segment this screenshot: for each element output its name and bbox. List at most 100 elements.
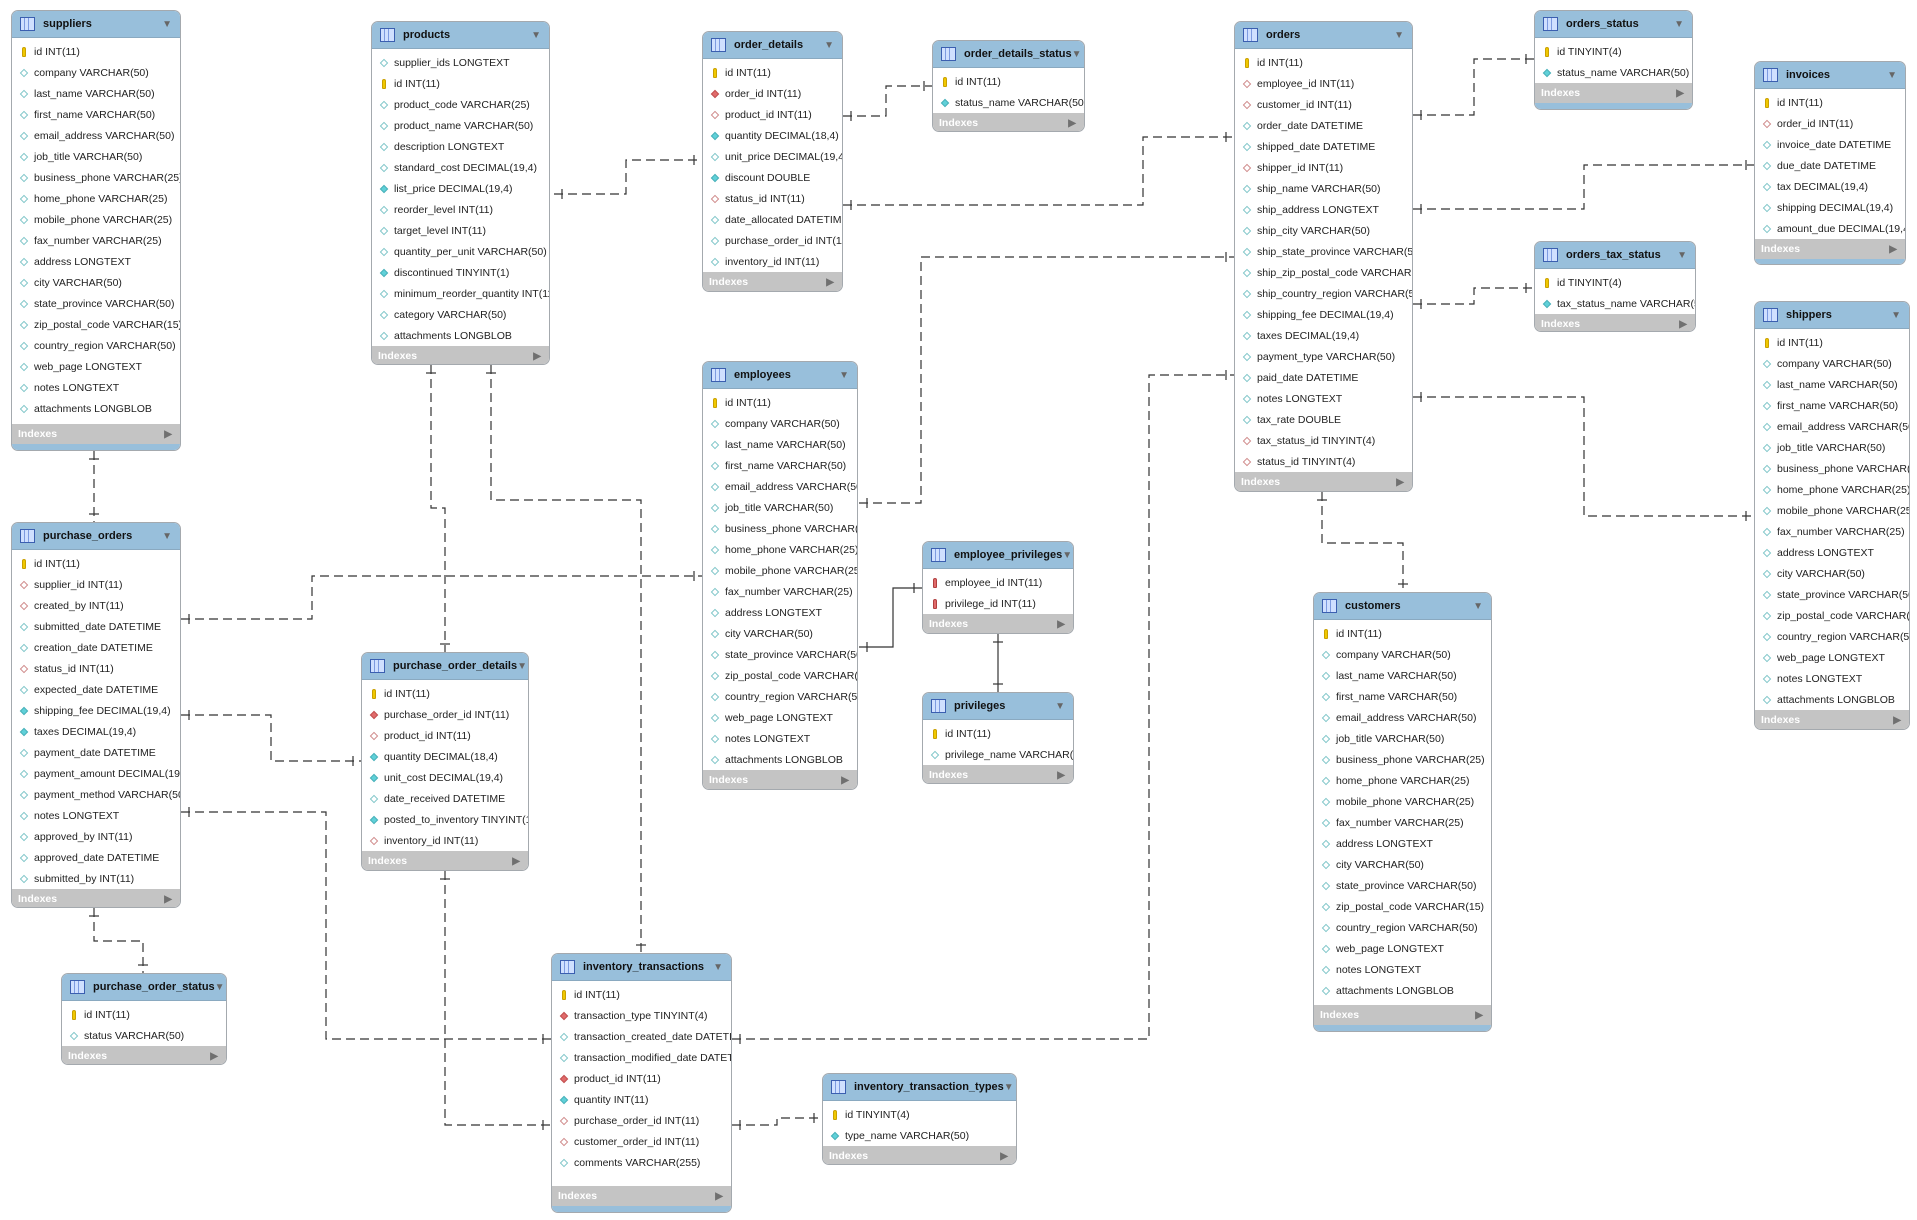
indexes-section[interactable]: Indexes ▶	[1755, 239, 1905, 259]
column-row[interactable]: shipping DECIMAL(19,4)	[1755, 197, 1905, 218]
column-row[interactable]: id INT(11)	[12, 553, 180, 574]
column-row[interactable]: city VARCHAR(50)	[703, 623, 857, 644]
table-purchase_order_details[interactable]: purchase_order_details ▼ id INT(11) purchas…	[361, 652, 529, 871]
column-row[interactable]: expected_date DATETIME	[12, 679, 180, 700]
column-row[interactable]: address LONGTEXT	[12, 251, 180, 272]
expand-triangle-icon[interactable]: ▶	[826, 277, 834, 288]
column-row[interactable]: web_page LONGTEXT	[12, 356, 180, 377]
expand-triangle-icon[interactable]: ▶	[715, 1191, 723, 1202]
column-row[interactable]: created_by INT(11)	[12, 595, 180, 616]
table-privileges[interactable]: privileges ▼ id INT(11) privilege_name VARC…	[922, 692, 1074, 784]
column-row[interactable]: email_address VARCHAR(50)	[1314, 707, 1491, 728]
collapse-triangle-icon[interactable]: ▼	[162, 19, 172, 30]
column-row[interactable]: city VARCHAR(50)	[1755, 563, 1909, 584]
column-row[interactable]: purchase_order_id INT(11)	[362, 704, 528, 725]
column-row[interactable]: minimum_reorder_quantity INT(11)	[372, 283, 549, 304]
column-row[interactable]: last_name VARCHAR(50)	[12, 83, 180, 104]
column-row[interactable]: web_page LONGTEXT	[1314, 938, 1491, 959]
column-row[interactable]: country_region VARCHAR(50)	[1755, 626, 1909, 647]
column-row[interactable]: tax_rate DOUBLE	[1235, 409, 1412, 430]
collapse-triangle-icon[interactable]: ▼	[1062, 550, 1072, 561]
column-row[interactable]: target_level INT(11)	[372, 220, 549, 241]
column-row[interactable]: address LONGTEXT	[1755, 542, 1909, 563]
column-row[interactable]: id INT(11)	[372, 73, 549, 94]
column-row[interactable]: id INT(11)	[62, 1004, 226, 1025]
indexes-section[interactable]: Indexes ▶	[823, 1146, 1016, 1164]
table-inventory_transactions[interactable]: inventory_transactions ▼ id INT(11) transac…	[551, 953, 732, 1213]
column-row[interactable]: fax_number VARCHAR(25)	[12, 230, 180, 251]
collapse-triangle-icon[interactable]: ▼	[1674, 19, 1684, 30]
table-header[interactable]: suppliers ▼	[12, 11, 180, 38]
column-row[interactable]: standard_cost DECIMAL(19,4)	[372, 157, 549, 178]
expand-triangle-icon[interactable]: ▶	[1893, 715, 1901, 726]
column-row[interactable]: id INT(11)	[923, 723, 1073, 744]
expand-triangle-icon[interactable]: ▶	[1676, 88, 1684, 99]
column-row[interactable]: tax_status_id TINYINT(4)	[1235, 430, 1412, 451]
column-row[interactable]: description LONGTEXT	[372, 136, 549, 157]
column-row[interactable]: ship_country_region VARCHAR(50)	[1235, 283, 1412, 304]
column-row[interactable]: shipper_id INT(11)	[1235, 157, 1412, 178]
table-header[interactable]: order_details_status ▼	[933, 41, 1084, 68]
column-row[interactable]: amount_due DECIMAL(19,4)	[1755, 218, 1905, 239]
column-row[interactable]: unit_cost DECIMAL(19,4)	[362, 767, 528, 788]
expand-triangle-icon[interactable]: ▶	[1057, 619, 1065, 630]
column-row[interactable]: last_name VARCHAR(50)	[1314, 665, 1491, 686]
column-row[interactable]: ship_state_province VARCHAR(50)	[1235, 241, 1412, 262]
column-row[interactable]: id INT(11)	[703, 62, 842, 83]
table-orders[interactable]: orders ▼ id INT(11) employee_id INT(11) cust…	[1234, 21, 1413, 492]
table-suppliers[interactable]: suppliers ▼ id INT(11) company VARCHAR(50) l…	[11, 10, 181, 451]
indexes-section[interactable]: Indexes ▶	[1755, 710, 1909, 729]
column-row[interactable]: id INT(11)	[703, 392, 857, 413]
column-row[interactable]: ship_city VARCHAR(50)	[1235, 220, 1412, 241]
column-row[interactable]: fax_number VARCHAR(25)	[703, 581, 857, 602]
collapse-triangle-icon[interactable]: ▼	[517, 661, 527, 672]
column-row[interactable]: purchase_order_id INT(11)	[552, 1110, 731, 1131]
column-row[interactable]: comments VARCHAR(255)	[552, 1152, 731, 1173]
indexes-section[interactable]: Indexes ▶	[1535, 314, 1695, 331]
indexes-section[interactable]: Indexes ▶	[1314, 1005, 1491, 1025]
collapse-triangle-icon[interactable]: ▼	[713, 962, 723, 973]
table-header[interactable]: purchase_order_details ▼	[362, 653, 528, 680]
table-order_details[interactable]: order_details ▼ id INT(11) order_id INT(11)…	[702, 31, 843, 292]
column-row[interactable]: discontinued TINYINT(1)	[372, 262, 549, 283]
column-row[interactable]: home_phone VARCHAR(25)	[703, 539, 857, 560]
indexes-section[interactable]: Indexes ▶	[1235, 472, 1412, 491]
column-row[interactable]: employee_id INT(11)	[923, 572, 1073, 593]
column-row[interactable]: id INT(11)	[1755, 332, 1909, 353]
indexes-section[interactable]: Indexes ▶	[933, 113, 1084, 131]
column-row[interactable]: payment_amount DECIMAL(19,4)	[12, 763, 180, 784]
column-row[interactable]: state_province VARCHAR(50)	[703, 644, 857, 665]
table-header[interactable]: purchase_orders ▼	[12, 523, 180, 550]
expand-triangle-icon[interactable]: ▶	[1057, 770, 1065, 781]
column-row[interactable]: inventory_id INT(11)	[703, 251, 842, 272]
column-row[interactable]: company VARCHAR(50)	[1314, 644, 1491, 665]
column-row[interactable]: state_province VARCHAR(50)	[12, 293, 180, 314]
expand-triangle-icon[interactable]: ▶	[1889, 244, 1897, 255]
column-row[interactable]: creation_date DATETIME	[12, 637, 180, 658]
collapse-triangle-icon[interactable]: ▼	[531, 30, 541, 41]
column-row[interactable]: posted_to_inventory TINYINT(1)	[362, 809, 528, 830]
expand-triangle-icon[interactable]: ▶	[1679, 319, 1687, 330]
collapse-triangle-icon[interactable]: ▼	[1004, 1082, 1014, 1093]
collapse-triangle-icon[interactable]: ▼	[162, 531, 172, 542]
collapse-triangle-icon[interactable]: ▼	[1473, 601, 1483, 612]
collapse-triangle-icon[interactable]: ▼	[1887, 70, 1897, 81]
column-row[interactable]: shipping_fee DECIMAL(19,4)	[12, 700, 180, 721]
column-row[interactable]: ship_address LONGTEXT	[1235, 199, 1412, 220]
column-row[interactable]: email_address VARCHAR(50)	[1755, 416, 1909, 437]
column-row[interactable]: product_code VARCHAR(25)	[372, 94, 549, 115]
table-order_details_status[interactable]: order_details_status ▼ id INT(11) status_na…	[932, 40, 1085, 132]
table-purchase_orders[interactable]: purchase_orders ▼ id INT(11) supplier_id IN…	[11, 522, 181, 908]
expand-triangle-icon[interactable]: ▶	[1068, 118, 1076, 129]
table-header[interactable]: employees ▼	[703, 362, 857, 389]
column-row[interactable]: company VARCHAR(50)	[1755, 353, 1909, 374]
indexes-section[interactable]: Indexes ▶	[923, 765, 1073, 783]
column-row[interactable]: first_name VARCHAR(50)	[1314, 686, 1491, 707]
expand-triangle-icon[interactable]: ▶	[1396, 477, 1404, 488]
column-row[interactable]: quantity DECIMAL(18,4)	[362, 746, 528, 767]
column-row[interactable]: transaction_type TINYINT(4)	[552, 1005, 731, 1026]
indexes-section[interactable]: Indexes ▶	[62, 1046, 226, 1064]
collapse-triangle-icon[interactable]: ▼	[215, 982, 225, 993]
table-employees[interactable]: employees ▼ id INT(11) company VARCHAR(50) l…	[702, 361, 858, 790]
column-row[interactable]: job_title VARCHAR(50)	[703, 497, 857, 518]
